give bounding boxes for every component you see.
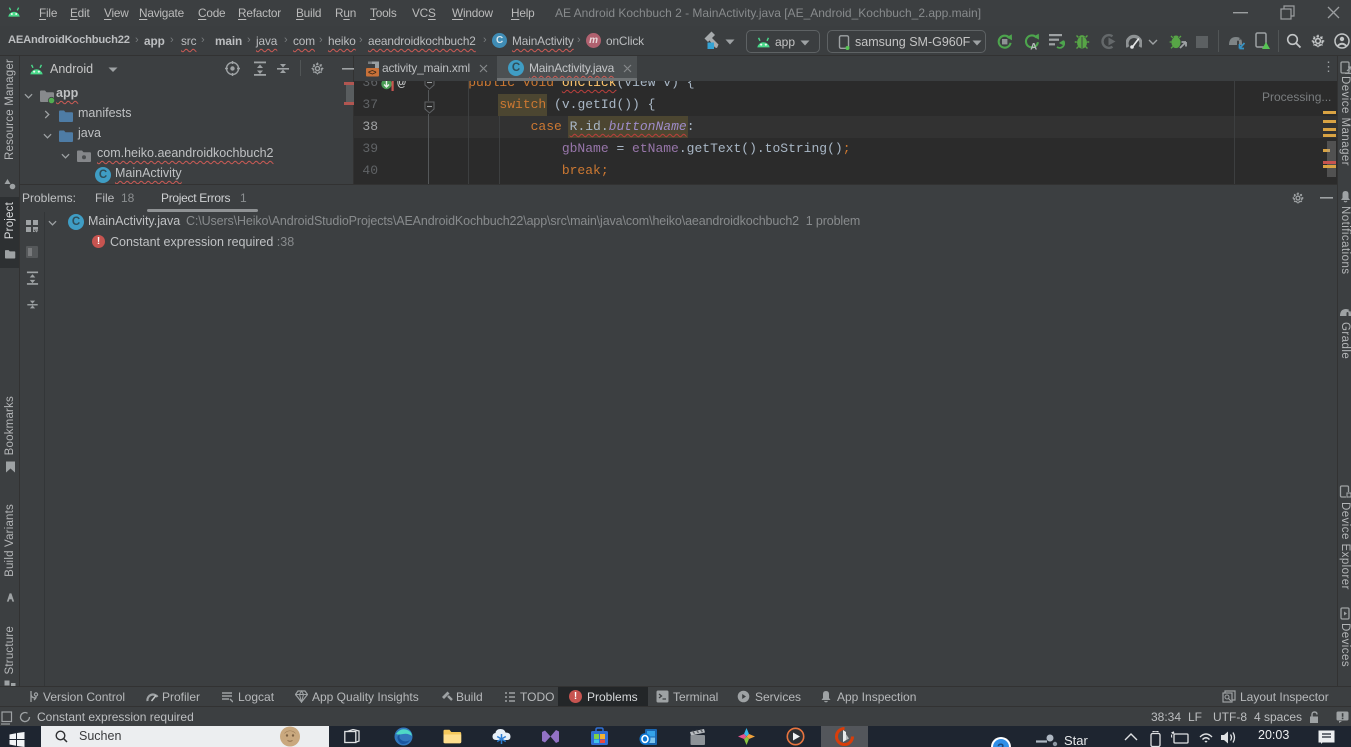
svg-text:A: A — [1030, 42, 1037, 51]
svg-text:<>: <> — [368, 69, 377, 77]
svg-text:?: ? — [997, 741, 1004, 747]
